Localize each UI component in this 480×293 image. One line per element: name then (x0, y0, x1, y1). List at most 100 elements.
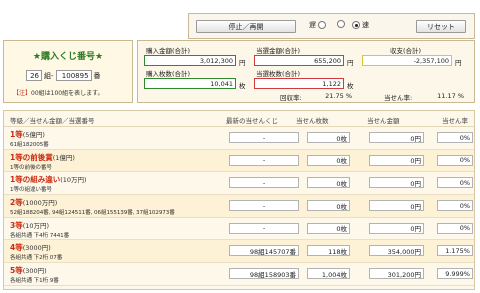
ticket-group-field: 26 (26, 70, 42, 81)
latest-winning-ticket: - (229, 200, 299, 212)
win-rate-cell: 0% (437, 200, 473, 212)
winning-numbers: 各組共通 下1桁 9番 (10, 278, 59, 285)
win-amount-cell: 0円 (369, 222, 424, 234)
speed-slow-radio[interactable]: 遅 (309, 20, 326, 30)
win-amount-cell: 0円 (369, 132, 424, 143)
header-count: 当せん枚数 (296, 117, 329, 125)
winning-numbers: 各組共通 下4桁 7441番 (10, 232, 70, 239)
radio-unselected-icon[interactable] (318, 21, 326, 29)
purchase-amount-label: 購入金額(合計) (146, 47, 191, 55)
win-rate-cell: 1.175% (437, 245, 473, 257)
purchase-count-unit: 枚 (239, 82, 246, 90)
radio-selected-icon[interactable] (352, 21, 360, 29)
ticket-number-field: 100895 (55, 70, 92, 81)
balance-label: 収支(合計) (390, 47, 422, 55)
balance-unit: 円 (455, 59, 462, 67)
winning-numbers: 52組188204番, 94組124511番, 06組155139番, 37組1… (10, 210, 175, 217)
win-amount-cell: 0円 (369, 177, 424, 189)
latest-winning-ticket: 98組158903番 (229, 268, 299, 280)
win-rate-cell: 0% (437, 177, 473, 189)
table-row: 5等(300円) 各組共通 下1桁 9番 98組158903番 1,004枚 3… (4, 263, 474, 286)
purchase-amount-value: 3,012,300 (144, 55, 236, 66)
note-text: 00組は100組を表します。 (31, 90, 104, 97)
ticket-title: ★購入くじ番号★ (32, 52, 104, 62)
balance-value: -2,357,100 (362, 55, 452, 66)
prize-amount: (10万円) (60, 176, 87, 185)
prize-amount: (3000円) (22, 244, 51, 253)
win-count-cell: 0枚 (307, 132, 350, 143)
win-count-cell: 0枚 (307, 200, 350, 212)
win-rate-cell: 9.999% (437, 268, 473, 280)
reset-button[interactable]: リセット (416, 20, 466, 33)
win-amount-value: 655,200 (254, 55, 344, 66)
win-count-cell: 0枚 (307, 177, 350, 189)
header-grade: 等級／当せん金額／当選番号 (10, 117, 95, 125)
win-rate-cell: 0% (437, 222, 473, 234)
header-latest: 最新の当せんくじ (226, 117, 278, 125)
win-amount-cell: 354,000円 (369, 245, 424, 257)
summary-panel: 購入金額(合計) 3,012,300 円 購入枚数(合計) 10,041 枚 当… (137, 40, 475, 103)
table-row: 1等の前後賞(1億円) 1等の前後の番号 - 0枚 0円 0% (4, 149, 474, 173)
winning-numbers: 各組共通 下2桁 07番 (10, 255, 63, 262)
prize-amount: (5億円) (22, 131, 45, 139)
winning-numbers: 1等の前後の番号 (10, 164, 52, 171)
number-unit-label: 番 (93, 71, 101, 80)
ticket-note: 【注】00組は100組を表します。 (13, 88, 104, 97)
prize-name: 1等の前後賞(1億円) (10, 152, 75, 162)
latest-winning-ticket: - (229, 177, 299, 189)
win-count-cell: 1,004枚 (307, 268, 350, 280)
win-count-unit: 枚 (347, 82, 354, 90)
win-count-label: 当選枚数(合計) (256, 70, 301, 78)
latest-winning-ticket: - (229, 222, 299, 234)
win-amount-cell: 301,200円 (369, 268, 424, 280)
latest-winning-ticket: - (229, 132, 299, 143)
win-rate-value: 11.17 % (437, 92, 464, 100)
header-amount: 当せん金額 (367, 117, 400, 125)
win-rate-label: 当せん率: (384, 94, 413, 102)
purchase-count-value: 10,041 (144, 78, 236, 89)
win-amount-label: 当選金額(合計) (256, 47, 301, 55)
prize-amount: (10万円) (22, 221, 50, 230)
recovery-label: 回収率: (280, 94, 302, 102)
ticket-number: 26 組- 100895 番 (26, 70, 101, 81)
header-rate: 当せん率 (442, 117, 468, 125)
speed-slow-label: 遅 (309, 21, 316, 29)
table-header: 等級／当せん金額／当選番号 最新の当せんくじ 当せん枚数 当せん金額 当せん率 (4, 111, 474, 127)
speed-mid-radio[interactable] (337, 20, 345, 28)
group-unit-label: 組- (44, 71, 54, 80)
speed-fast-label: 速 (362, 21, 369, 29)
purchase-amount-unit: 円 (239, 59, 246, 67)
prize-name: 3等(10万円) (10, 220, 50, 230)
win-count-cell: 0枚 (307, 222, 350, 234)
win-count-value: 1,122 (254, 78, 344, 89)
speed-fast-radio[interactable]: 速 (352, 20, 369, 30)
prize-amount: (300円) (22, 267, 47, 276)
ticket-panel: ★購入くじ番号★ 26 組- 100895 番 【注】00組は100組を表します… (3, 40, 133, 103)
win-amount-unit: 円 (347, 59, 354, 67)
stop-resume-button[interactable]: 停止／再開 (196, 20, 296, 33)
winning-numbers: 1等の組違い番号 (10, 187, 52, 194)
win-rate-cell: 0% (437, 154, 473, 166)
latest-winning-ticket: 98組145707番 (229, 245, 299, 257)
prize-name: 2等(1000万円) (10, 198, 58, 208)
win-count-cell: 118枚 (307, 245, 350, 257)
prize-name: 5等(300円) (10, 266, 47, 276)
table-row: 3等(10万円) 各組共通 下4桁 7441番 - 0枚 0円 0% (4, 218, 474, 241)
win-count-cell: 0枚 (307, 154, 350, 166)
prize-name: 4等(3000円) (10, 243, 51, 253)
radio-unselected-icon[interactable] (337, 20, 345, 28)
table-row: 2等(1000万円) 52組188204番, 94組124511番, 06組15… (4, 195, 474, 218)
prize-amount: (1000万円) (22, 199, 58, 208)
purchase-count-label: 購入枚数(合計) (146, 70, 191, 78)
table-body: 1等(5億円) 61組182005番 - 0枚 0円 0% 1等の前後賞(1億円… (4, 127, 474, 286)
table-row: 1等の組み違い(10万円) 1等の組違い番号 - 0枚 0円 0% (4, 172, 474, 196)
table-row: 1等(5億円) 61組182005番 - 0枚 0円 0% (4, 127, 474, 150)
winning-numbers: 61組182005番 (10, 142, 49, 148)
recovery-value: 21.75 % (325, 92, 352, 100)
win-rate-cell: 0% (437, 132, 473, 143)
win-amount-cell: 0円 (369, 154, 424, 166)
control-panel: 停止／再開 遅 速 リセット (188, 13, 475, 39)
note-prefix: 【注】 (13, 90, 32, 97)
win-amount-cell: 0円 (369, 200, 424, 212)
prize-name: 1等(5億円) (10, 130, 45, 139)
